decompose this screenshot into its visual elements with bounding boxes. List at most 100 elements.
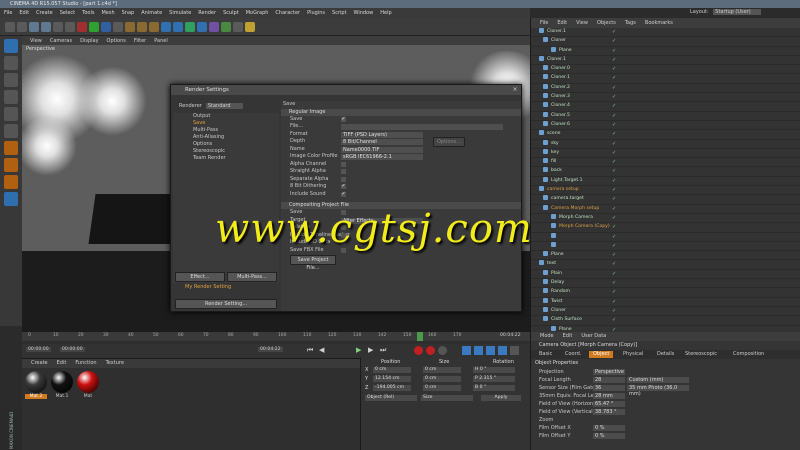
setting-checkbox[interactable]: [341, 169, 346, 174]
object-name[interactable]: Cloner.5: [551, 113, 570, 118]
size-field[interactable]: 0 cm: [423, 385, 461, 391]
keyframe-selection-icon[interactable]: [438, 346, 447, 355]
obj-menu-view[interactable]: View: [576, 20, 588, 26]
scale-icon[interactable]: [53, 21, 63, 32]
object-name[interactable]: Light.Target.1: [551, 178, 583, 183]
object-row[interactable]: camera.target ✓: [531, 195, 800, 205]
size-field[interactable]: 0 cm: [423, 367, 461, 373]
object-row[interactable]: Camera Morph setup ✓: [531, 204, 800, 214]
attr-menu-user-data[interactable]: User Data: [581, 333, 606, 339]
y-axis-icon[interactable]: [89, 21, 99, 32]
setting-checkbox[interactable]: [341, 176, 346, 182]
scale-key-icon[interactable]: [474, 346, 483, 355]
object-row[interactable]: Cloner ✓: [531, 306, 800, 317]
play-icon[interactable]: ▶: [356, 346, 361, 354]
attribute-value[interactable]: 65.47 °: [593, 401, 625, 407]
tweak-mode-icon[interactable]: [4, 175, 18, 189]
nav-item-team-render[interactable]: Team Render: [173, 155, 279, 162]
setting-field[interactable]: TIFF (PSD Layers): [341, 131, 423, 138]
object-name[interactable]: fill: [551, 159, 556, 164]
object-row[interactable]: back ✓: [531, 167, 800, 177]
object-row[interactable]: Cloner.1 ✓: [531, 28, 800, 38]
mat-menu-texture[interactable]: Texture: [106, 360, 124, 366]
menu-tools[interactable]: Tools: [82, 10, 94, 16]
visibility-check-icon[interactable]: ✓: [612, 234, 619, 240]
object-row[interactable]: key ✓: [531, 148, 800, 159]
visibility-check-icon[interactable]: ✓: [612, 48, 619, 54]
mat-menu-function[interactable]: Function: [75, 360, 96, 366]
rotation-key-icon[interactable]: [486, 346, 495, 355]
tab-stereoscopic[interactable]: Stereoscopic: [681, 351, 721, 358]
visibility-check-icon[interactable]: ✓: [612, 38, 619, 44]
object-row[interactable]: Cloth Surface ✓: [531, 316, 800, 326]
material-swatch[interactable]: [51, 371, 73, 393]
nav-item-output[interactable]: Output: [173, 113, 279, 120]
visibility-check-icon[interactable]: ✓: [612, 196, 619, 202]
obj-menu-objects[interactable]: Objects: [597, 20, 616, 26]
attribute-dropdown[interactable]: 35 mm Photo (36.0 mm): [627, 385, 689, 397]
renderer-select[interactable]: Standard: [205, 103, 243, 109]
attribute-value[interactable]: 0 %: [593, 425, 625, 431]
next-key-icon[interactable]: ▶: [368, 346, 373, 354]
setting-field[interactable]: [341, 124, 503, 130]
menu-animate[interactable]: Animate: [141, 10, 162, 16]
visibility-check-icon[interactable]: ✓: [612, 159, 619, 165]
visibility-check-icon[interactable]: ✓: [612, 103, 619, 109]
attribute-value[interactable]: Perspective: [593, 369, 625, 375]
menu-mograph[interactable]: MoGraph: [246, 10, 269, 16]
attr-menu-edit[interactable]: Edit: [563, 333, 573, 339]
timeline-playhead[interactable]: [417, 332, 423, 341]
visibility-check-icon[interactable]: ✓: [612, 94, 619, 100]
viewport-menu-view[interactable]: View: [30, 38, 42, 44]
nav-item-options[interactable]: Options: [173, 141, 279, 148]
attribute-value[interactable]: 28: [593, 377, 625, 383]
visibility-check-icon[interactable]: ✓: [612, 168, 619, 174]
visibility-check-icon[interactable]: ✓: [612, 66, 619, 72]
attribute-value[interactable]: 36: [593, 385, 625, 391]
nav-item-anti-aliasing[interactable]: Anti-Aliasing: [173, 134, 279, 141]
start-time[interactable]: 00:00:00: [26, 347, 51, 352]
polygons-mode-icon[interactable]: [4, 141, 18, 155]
material-swatch[interactable]: [77, 371, 99, 393]
object-name[interactable]: Cloner.6: [551, 122, 570, 127]
timeline-ruler[interactable]: 0 10 20 30 40 50 60 70 80 90 100 110 120 130 142 150 160…: [22, 332, 530, 341]
object-row[interactable]: ✓: [531, 232, 800, 242]
model-mode-icon[interactable]: [4, 56, 18, 70]
render-setting-button[interactable]: Render Setting...: [175, 299, 277, 309]
object-name[interactable]: Cloner.3: [551, 94, 570, 99]
light-icon[interactable]: [245, 21, 255, 32]
object-row[interactable]: Plane ✓: [531, 251, 800, 261]
attr-menu-mode[interactable]: Mode: [540, 333, 554, 339]
options-button[interactable]: Options...: [433, 137, 465, 147]
visibility-check-icon[interactable]: ✓: [612, 122, 619, 128]
layout-selector[interactable]: Layout: Startup (User): [690, 9, 761, 15]
visibility-check-icon[interactable]: ✓: [612, 243, 619, 249]
object-name[interactable]: Cloner: [551, 308, 566, 313]
rotate-icon[interactable]: [65, 21, 75, 32]
menu-snap[interactable]: Snap: [122, 10, 135, 16]
prev-key-icon[interactable]: ◀: [319, 346, 324, 354]
setting-field[interactable]: 8 Bit/Channel: [341, 139, 423, 145]
visibility-check-icon[interactable]: ✓: [612, 113, 619, 119]
rotation-field[interactable]: B 0 °: [473, 385, 515, 391]
viewport-menu-cameras[interactable]: Cameras: [50, 38, 72, 44]
x-axis-icon[interactable]: [77, 21, 87, 32]
material-swatch[interactable]: [25, 371, 47, 393]
coord-mode-select[interactable]: Object (Rel): [365, 395, 417, 401]
nav-item-stereoscopic[interactable]: Stereoscopic: [173, 148, 279, 155]
object-name[interactable]: camera.target: [551, 196, 584, 201]
tab-coord[interactable]: Coord.: [561, 351, 585, 358]
axis-mode-icon[interactable]: [4, 158, 18, 172]
attribute-dropdown[interactable]: Custom (mm): [627, 377, 689, 383]
object-row[interactable]: Cloner.5 ✓: [531, 111, 800, 121]
object-row[interactable]: Cloner.2 ✓: [531, 83, 800, 94]
object-name[interactable]: Cloner.2: [551, 85, 570, 90]
position-field[interactable]: 12.154 cm: [373, 376, 411, 382]
object-row[interactable]: Morph Camera ✓: [531, 213, 800, 224]
texture-mode-icon[interactable]: [4, 73, 18, 87]
pla-key-icon[interactable]: [510, 346, 519, 355]
object-row[interactable]: Delay ✓: [531, 279, 800, 289]
array-icon[interactable]: [197, 21, 207, 32]
menu-mesh[interactable]: Mesh: [101, 10, 114, 16]
menu-edit[interactable]: Edit: [19, 10, 29, 16]
